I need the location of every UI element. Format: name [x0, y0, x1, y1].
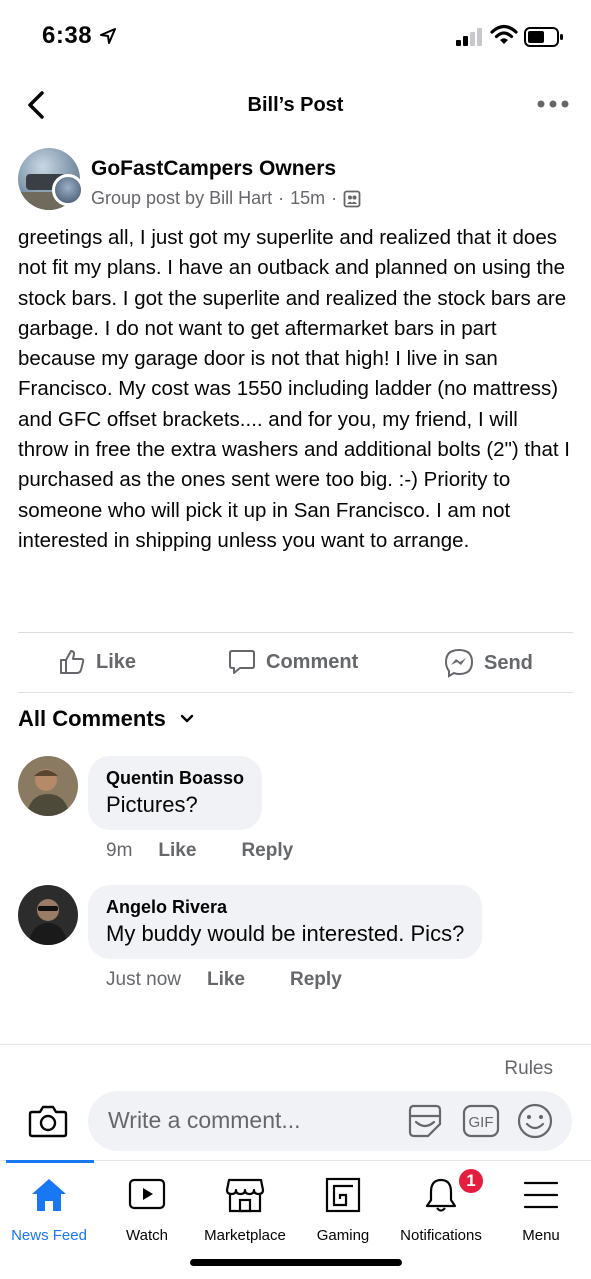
- tab-label: Menu: [522, 1227, 560, 1244]
- comment-input-placeholder: Write a comment...: [108, 1107, 301, 1133]
- tab-label: Marketplace: [204, 1227, 286, 1244]
- composer-divider: [0, 1044, 591, 1045]
- tab-label: News Feed: [11, 1227, 87, 1244]
- status-time: 6:38: [42, 22, 93, 49]
- comment-reply-button[interactable]: Reply: [241, 840, 293, 862]
- comments-sort-label: All Comments: [18, 706, 166, 731]
- commenter-name[interactable]: Angelo Rivera: [106, 895, 464, 919]
- comment-button[interactable]: Comment: [228, 648, 358, 676]
- comment-like-button[interactable]: Like: [158, 840, 196, 862]
- tab-gaming[interactable]: Gaming: [294, 1173, 392, 1244]
- group-privacy-icon: [343, 190, 361, 207]
- tab-label: Notifications: [400, 1227, 482, 1244]
- post-author-row: GoFastCampers Owners Group post by Bill …: [18, 148, 573, 212]
- comment-reply-button[interactable]: Reply: [290, 969, 342, 991]
- divider: [18, 692, 573, 693]
- commenter-name[interactable]: Quentin Boasso: [106, 766, 244, 790]
- tab-marketplace[interactable]: Marketplace: [196, 1173, 294, 1244]
- comment-time: Just now: [106, 969, 181, 990]
- like-button[interactable]: Like: [58, 648, 136, 676]
- comment-bubble[interactable]: Angelo Rivera My buddy would be interest…: [88, 885, 483, 959]
- chevron-down-icon: [180, 714, 194, 723]
- battery-icon: [524, 27, 563, 47]
- comment-input[interactable]: Write a comment... GIF: [88, 1091, 572, 1151]
- notification-badge: 1: [457, 1167, 485, 1195]
- divider: [18, 632, 573, 633]
- emoji-icon[interactable]: [516, 1102, 554, 1140]
- post-header-bar: Bill’s Post: [0, 80, 591, 132]
- comment-label: Comment: [266, 650, 359, 673]
- page-title: Bill’s Post: [247, 94, 344, 116]
- sticker-icon[interactable]: [406, 1102, 444, 1140]
- tab-label: Gaming: [316, 1227, 370, 1244]
- comment-item: Angelo Rivera My buddy would be interest…: [18, 885, 573, 995]
- post-byline: Group post by Bill Hart · 15m ·: [91, 188, 361, 209]
- comment-like-button[interactable]: Like: [207, 969, 245, 991]
- byline-text[interactable]: Group post by Bill Hart: [91, 188, 272, 209]
- post-text: greetings all, I just got my superlite a…: [18, 226, 570, 552]
- marketplace-icon: [225, 1178, 265, 1213]
- comment-text: My buddy would be interested. Pics?: [106, 921, 465, 946]
- send-button[interactable]: Send: [444, 648, 533, 678]
- cellular-signal-icon: [456, 28, 482, 46]
- post-action-bar: Like Comment Send: [18, 640, 573, 690]
- menu-icon: [523, 1181, 559, 1209]
- comment-bubble[interactable]: Quentin Boasso Pictures?: [88, 756, 263, 830]
- camera-icon[interactable]: [28, 1103, 68, 1139]
- tab-notifications[interactable]: 1 Notifications: [392, 1167, 490, 1244]
- rules-link[interactable]: Rules: [504, 1058, 553, 1080]
- location-arrow-icon: [100, 28, 116, 44]
- group-name-link[interactable]: GoFastCampers Owners: [91, 157, 336, 181]
- comment-meta: Just now Like Reply: [106, 969, 387, 991]
- comment-bubble-icon: [229, 650, 255, 674]
- comment-text: Pictures?: [106, 792, 198, 817]
- bell-icon: [425, 1178, 457, 1212]
- messenger-icon: [444, 648, 474, 678]
- separator-dot: ·: [278, 188, 285, 208]
- comments-sort-dropdown[interactable]: All Comments: [18, 706, 194, 732]
- home-indicator[interactable]: [190, 1259, 402, 1266]
- tab-news-feed[interactable]: News Feed: [0, 1173, 98, 1244]
- separator-dot: ·: [331, 188, 338, 208]
- send-label: Send: [484, 651, 533, 674]
- gaming-icon: [325, 1177, 361, 1213]
- active-tab-indicator: [6, 1160, 94, 1163]
- more-options-icon[interactable]: [535, 92, 571, 116]
- tab-watch[interactable]: Watch: [98, 1173, 196, 1244]
- wifi-icon: [490, 24, 518, 44]
- gif-button[interactable]: GIF: [462, 1104, 500, 1143]
- gif-label: GIF: [469, 1114, 494, 1131]
- watch-icon: [128, 1178, 166, 1210]
- tab-menu[interactable]: Menu: [492, 1173, 590, 1244]
- comment-time: 9m: [106, 840, 133, 861]
- comment-item: Quentin Boasso Pictures? 9m Like Reply: [18, 756, 573, 866]
- commenter-avatar[interactable]: [18, 756, 78, 816]
- comment-meta: 9m Like Reply: [106, 840, 338, 862]
- tab-label: Watch: [126, 1227, 168, 1244]
- home-icon: [32, 1179, 66, 1211]
- commenter-avatar[interactable]: [18, 885, 78, 945]
- status-bar: 6:38: [0, 0, 591, 76]
- author-avatar[interactable]: [52, 174, 84, 206]
- post-time[interactable]: 15m: [290, 188, 325, 209]
- like-label: Like: [96, 650, 137, 673]
- thumbs-up-icon: [60, 650, 85, 674]
